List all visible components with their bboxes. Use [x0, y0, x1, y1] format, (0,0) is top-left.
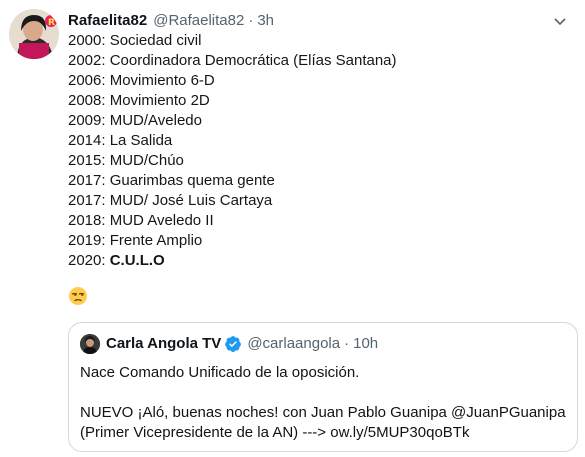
tweet-line: 2008: Movimiento 2D: [68, 92, 210, 109]
tweet: R Rafaelita82 @Rafaelita82 · 3h 2000: Socie…: [0, 0, 585, 457]
tweet-header: Rafaelita82 @Rafaelita82 · 3h: [68, 11, 274, 31]
tweet-line: 2017: MUD/ José Luis Cartaya: [68, 192, 273, 209]
last-line-bold: C.U.L.O: [109, 252, 165, 269]
tweet-line: 2009: MUD/Aveledo: [68, 112, 202, 129]
quoted-separator-dot: ·: [344, 335, 350, 352]
separator-dot: ·: [248, 12, 254, 29]
quoted-author-name[interactable]: Carla Angola TV: [106, 334, 221, 354]
quoted-author-avatar[interactable]: [80, 334, 100, 354]
tweet-time[interactable]: 3h: [257, 12, 274, 29]
tweet-line: 2000: Sociedad civil: [68, 32, 202, 49]
svg-text:R: R: [48, 18, 55, 28]
quoted-header: Carla Angola TV @carlaangola · 10h: [106, 334, 378, 354]
last-line-prefix: 2020:: [68, 252, 110, 269]
quoted-line: Nace Comando Unificado de la oposición.: [80, 364, 360, 381]
tweet-line: 2018: MUD Aveledo II: [68, 212, 214, 229]
tweet-line: 2014: La Salida: [68, 132, 173, 149]
quoted-line: (Primer Vicepresidente de la AN) ---> ow…: [80, 424, 470, 441]
tweet-line-last: 2020: C.U.L.O: [68, 251, 397, 271]
quoted-line-gap: [80, 383, 566, 403]
verified-badge-icon: [224, 335, 242, 353]
quoted-time[interactable]: 10h: [353, 334, 378, 354]
quoted-author-handle[interactable]: @carlaangola: [247, 334, 340, 354]
more-options-icon[interactable]: [551, 12, 569, 30]
author-name[interactable]: Rafaelita82: [68, 12, 147, 29]
quoted-line: NUEVO ¡Aló, buenas noches! con Juan Pabl…: [80, 404, 566, 421]
tweet-line: 2019: Frente Amplio: [68, 232, 203, 249]
tweet-line: 2002: Coordinadora Democrática (Elías Sa…: [68, 52, 397, 69]
author-handle[interactable]: @Rafaelita82: [153, 12, 244, 29]
tweet-line: 2015: MUD/Chúo: [68, 152, 184, 169]
quoted-tweet[interactable]: Carla Angola TV @carlaangola · 10h Nace …: [68, 322, 578, 452]
author-avatar[interactable]: R: [9, 9, 59, 59]
tweet-line: 2017: Guarimbas quema gente: [68, 172, 275, 189]
tweet-text: 2000: Sociedad civil 2002: Coordinadora …: [68, 31, 397, 271]
tweet-line: 2006: Movimiento 6-D: [68, 72, 215, 89]
quoted-text: Nace Comando Unificado de la oposición. …: [80, 363, 566, 443]
unamused-face-icon: [68, 286, 88, 306]
